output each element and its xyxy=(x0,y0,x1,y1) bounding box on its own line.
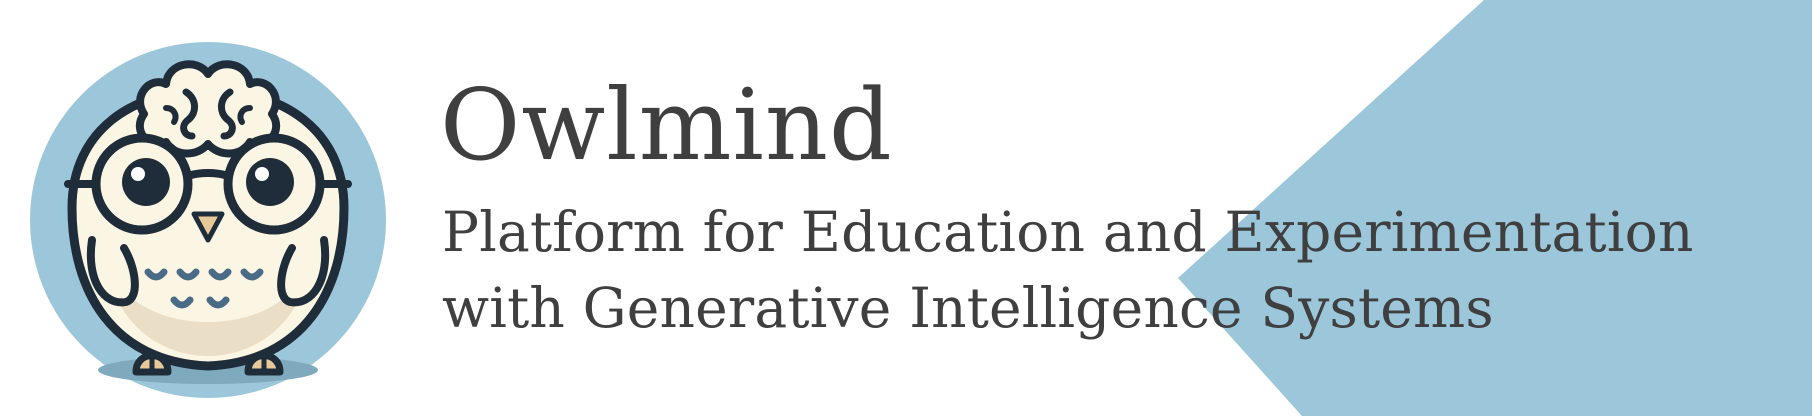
brand-text: Owlmind Platform for Education and Exper… xyxy=(440,72,1694,346)
tagline-line-2: with Generative Intelligence Systems xyxy=(442,276,1494,340)
brand-tagline: Platform for Education and Experimentati… xyxy=(442,194,1694,346)
owlmind-banner: Owlmind Platform for Education and Exper… xyxy=(0,0,1812,416)
tagline-line-1: Platform for Education and Experimentati… xyxy=(442,200,1694,264)
owl-with-brain-icon xyxy=(30,42,386,398)
brand-title: Owlmind xyxy=(440,69,893,183)
